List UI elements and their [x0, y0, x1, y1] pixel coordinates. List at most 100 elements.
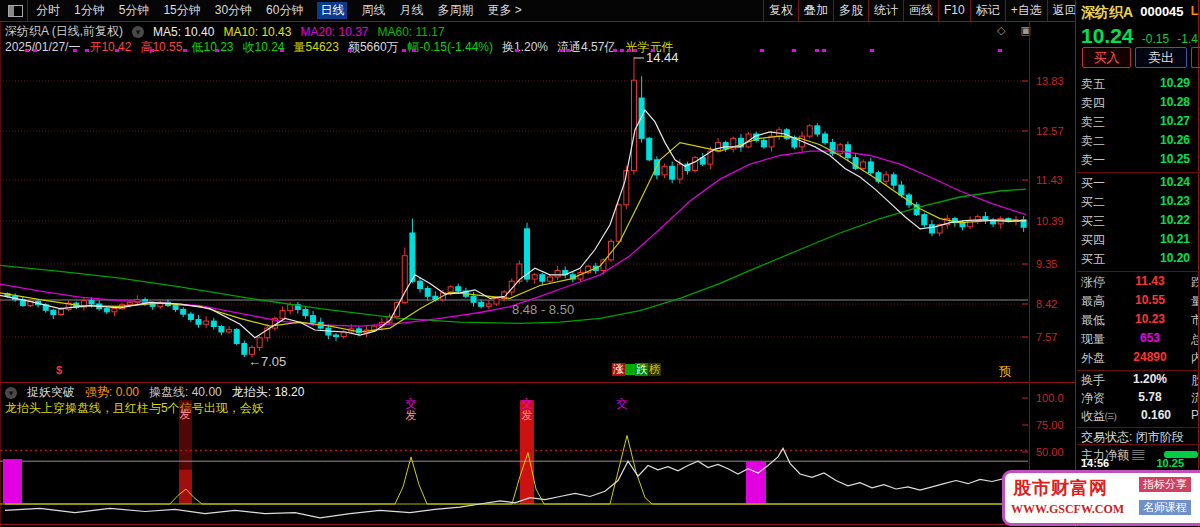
- tick-time: 14:56: [1081, 457, 1109, 469]
- svg-text:发: 发: [406, 409, 417, 421]
- period-tab-7[interactable]: 周线: [361, 2, 385, 19]
- buy-row-5: 买五10.20: [1081, 251, 1198, 268]
- svg-text:14.44: 14.44: [646, 50, 679, 65]
- svg-text:交: 交: [406, 397, 417, 409]
- watermark-badge-2: 名师课程: [1139, 500, 1191, 515]
- price-axis-label: 11.43: [1036, 174, 1063, 186]
- tools-menu: 复权叠加多股统计画线F10标记+自选返回: [763, 0, 1082, 21]
- alert-label[interactable]: 预: [999, 363, 1011, 380]
- sell-row-3-label: 卖三: [1081, 114, 1105, 131]
- period-tab-5[interactable]: 60分钟: [266, 2, 303, 19]
- info-row-4: 外盘24890内: [1081, 350, 1198, 367]
- panel-divider: [1077, 444, 1200, 445]
- watermark-title: 股市财富网: [1013, 476, 1108, 500]
- buy-row-2-value: 10.23: [1160, 194, 1190, 211]
- tool-button-7[interactable]: +自选: [1005, 0, 1047, 21]
- stock-name: 深纺织A: [1081, 4, 1133, 22]
- price-pct: -1.4: [1177, 24, 1198, 48]
- tool-button-5[interactable]: F10: [938, 0, 970, 21]
- tool-button-3[interactable]: 统计: [868, 0, 903, 21]
- pane-divider: [0, 382, 1076, 383]
- band-tile-0[interactable]: 涨: [612, 363, 625, 376]
- info-row-0-label: 涨停: [1081, 274, 1105, 291]
- buy-row-2: 买二10.23: [1081, 194, 1198, 211]
- stock-header: 深纺织A 000045 L: [1081, 4, 1198, 22]
- info2-row-1: 净资 5.78 流: [1081, 390, 1198, 407]
- svg-text:8.48 - 8.50: 8.48 - 8.50: [512, 302, 574, 317]
- buy-row-5-value: 10.20: [1160, 251, 1190, 268]
- info-row-0-clipped: 跌: [1191, 274, 1198, 291]
- period-tab-9[interactable]: 多周期: [437, 2, 473, 19]
- period-tab-10[interactable]: 更多 >: [487, 2, 521, 19]
- tool-button-6[interactable]: 标记: [970, 0, 1005, 21]
- sell-row-1-label: 卖一: [1081, 152, 1105, 169]
- tool-button-2[interactable]: 多股: [833, 0, 868, 21]
- info-row-1-clipped: 量: [1191, 293, 1198, 310]
- info-row-3-value: 653: [1140, 331, 1160, 348]
- window-icon[interactable]: [8, 5, 23, 17]
- indicator-axis-label: 75.00: [1036, 419, 1064, 431]
- sell-row-3: 卖三10.27: [1081, 114, 1198, 131]
- info2-row-0: 换手1.20%股: [1081, 372, 1198, 389]
- info-row-0: 涨停11.43跌: [1081, 274, 1198, 291]
- buy-row-1-value: 10.24: [1160, 175, 1190, 192]
- sell-button[interactable]: 卖出: [1135, 47, 1187, 68]
- sell-row-5: 卖五10.29: [1081, 76, 1198, 93]
- info2-row-2-label: 收益㈢: [1081, 408, 1117, 425]
- buy-row-1: 买一10.24: [1081, 175, 1198, 192]
- indicator-axis-label: 100.0: [1036, 392, 1064, 404]
- period-tab-0[interactable]: 分时: [36, 2, 60, 19]
- info-row-2-clipped: 市: [1191, 312, 1198, 329]
- tool-button-0[interactable]: 复权: [763, 0, 798, 21]
- watermark-url: WWW.GSCFW.COM: [1011, 502, 1124, 517]
- period-tab-8[interactable]: 月线: [399, 2, 423, 19]
- panel-divider: [1077, 370, 1200, 371]
- tick-price: 10.25: [1156, 457, 1184, 469]
- info2-row-2-value: 0.160: [1141, 408, 1171, 425]
- info-row-4-label: 外盘: [1081, 350, 1105, 367]
- sell-row-1: 卖一 10.25: [1081, 152, 1198, 169]
- period-tab-6[interactable]: 日线: [317, 2, 347, 19]
- sell-row-2-label: 卖二: [1081, 133, 1105, 150]
- buy-row-4: 买四 10.21: [1081, 232, 1198, 249]
- band-tile-1[interactable]: [625, 364, 635, 375]
- axis-border: [1029, 21, 1030, 524]
- period-tab-3[interactable]: 15分钟: [163, 2, 200, 19]
- svg-text:←7.05: ←7.05: [248, 354, 286, 369]
- band-tile-2[interactable]: 跌: [635, 363, 648, 376]
- dollar-marker: $: [56, 364, 62, 376]
- buy-row-3: 买三10.22: [1081, 213, 1198, 230]
- last-price: 10.24: [1081, 24, 1134, 48]
- info-row-3-clipped: 总: [1191, 331, 1198, 348]
- buy-row-4-value: 10.21: [1160, 232, 1190, 249]
- period-tab-4[interactable]: 30分钟: [215, 2, 252, 19]
- sell-row-1-value: 10.25: [1160, 152, 1190, 169]
- info2-row-0-label: 换手: [1081, 372, 1105, 389]
- period-menu: 分时 1分钟 5分钟 15分钟 30分钟 60分钟日线周线月线多周期更多 >: [36, 0, 522, 21]
- period-tab-2[interactable]: 5分钟: [119, 2, 150, 19]
- price-axis-label: 10.39: [1036, 215, 1064, 227]
- tool-button-4[interactable]: 画线: [903, 0, 938, 21]
- svg-text:交: 交: [617, 397, 628, 409]
- info2-row-1-label: 净资: [1081, 390, 1105, 407]
- watermark-box: 股市财富网 WWW.GSCFW.COM 指标分享 名师课程: [1002, 470, 1200, 526]
- price-axis-label: 9.35: [1036, 258, 1057, 270]
- info2-row-1-clipped: 流: [1191, 390, 1198, 407]
- period-tab-1[interactable]: 1分钟: [74, 2, 105, 19]
- buy-button[interactable]: 买入: [1082, 47, 1131, 68]
- panel-border: [1075, 0, 1076, 527]
- buy-row-4-label: 买四: [1081, 232, 1105, 249]
- info-row-2-label: 最低: [1081, 312, 1105, 329]
- price-axis-label: 8.42: [1036, 298, 1057, 310]
- info2-row-1-value: 5.78: [1138, 390, 1161, 407]
- band-tile-3[interactable]: 榜: [648, 363, 661, 376]
- more-button-clipped[interactable]: [1191, 47, 1200, 68]
- info-row-4-clipped: 内: [1191, 350, 1198, 367]
- rank-band-tiles[interactable]: 涨跌榜: [612, 363, 661, 376]
- svg-text:发: 发: [522, 409, 533, 421]
- svg-text:交: 交: [522, 397, 533, 409]
- info-row-1: 最高10.55量: [1081, 293, 1198, 310]
- tool-button-1[interactable]: 叠加: [798, 0, 833, 21]
- info-row-1-label: 最高: [1081, 293, 1105, 310]
- candlestick-chart: 14.44 ←7.05 8.48 - 8.50: [0, 21, 1029, 382]
